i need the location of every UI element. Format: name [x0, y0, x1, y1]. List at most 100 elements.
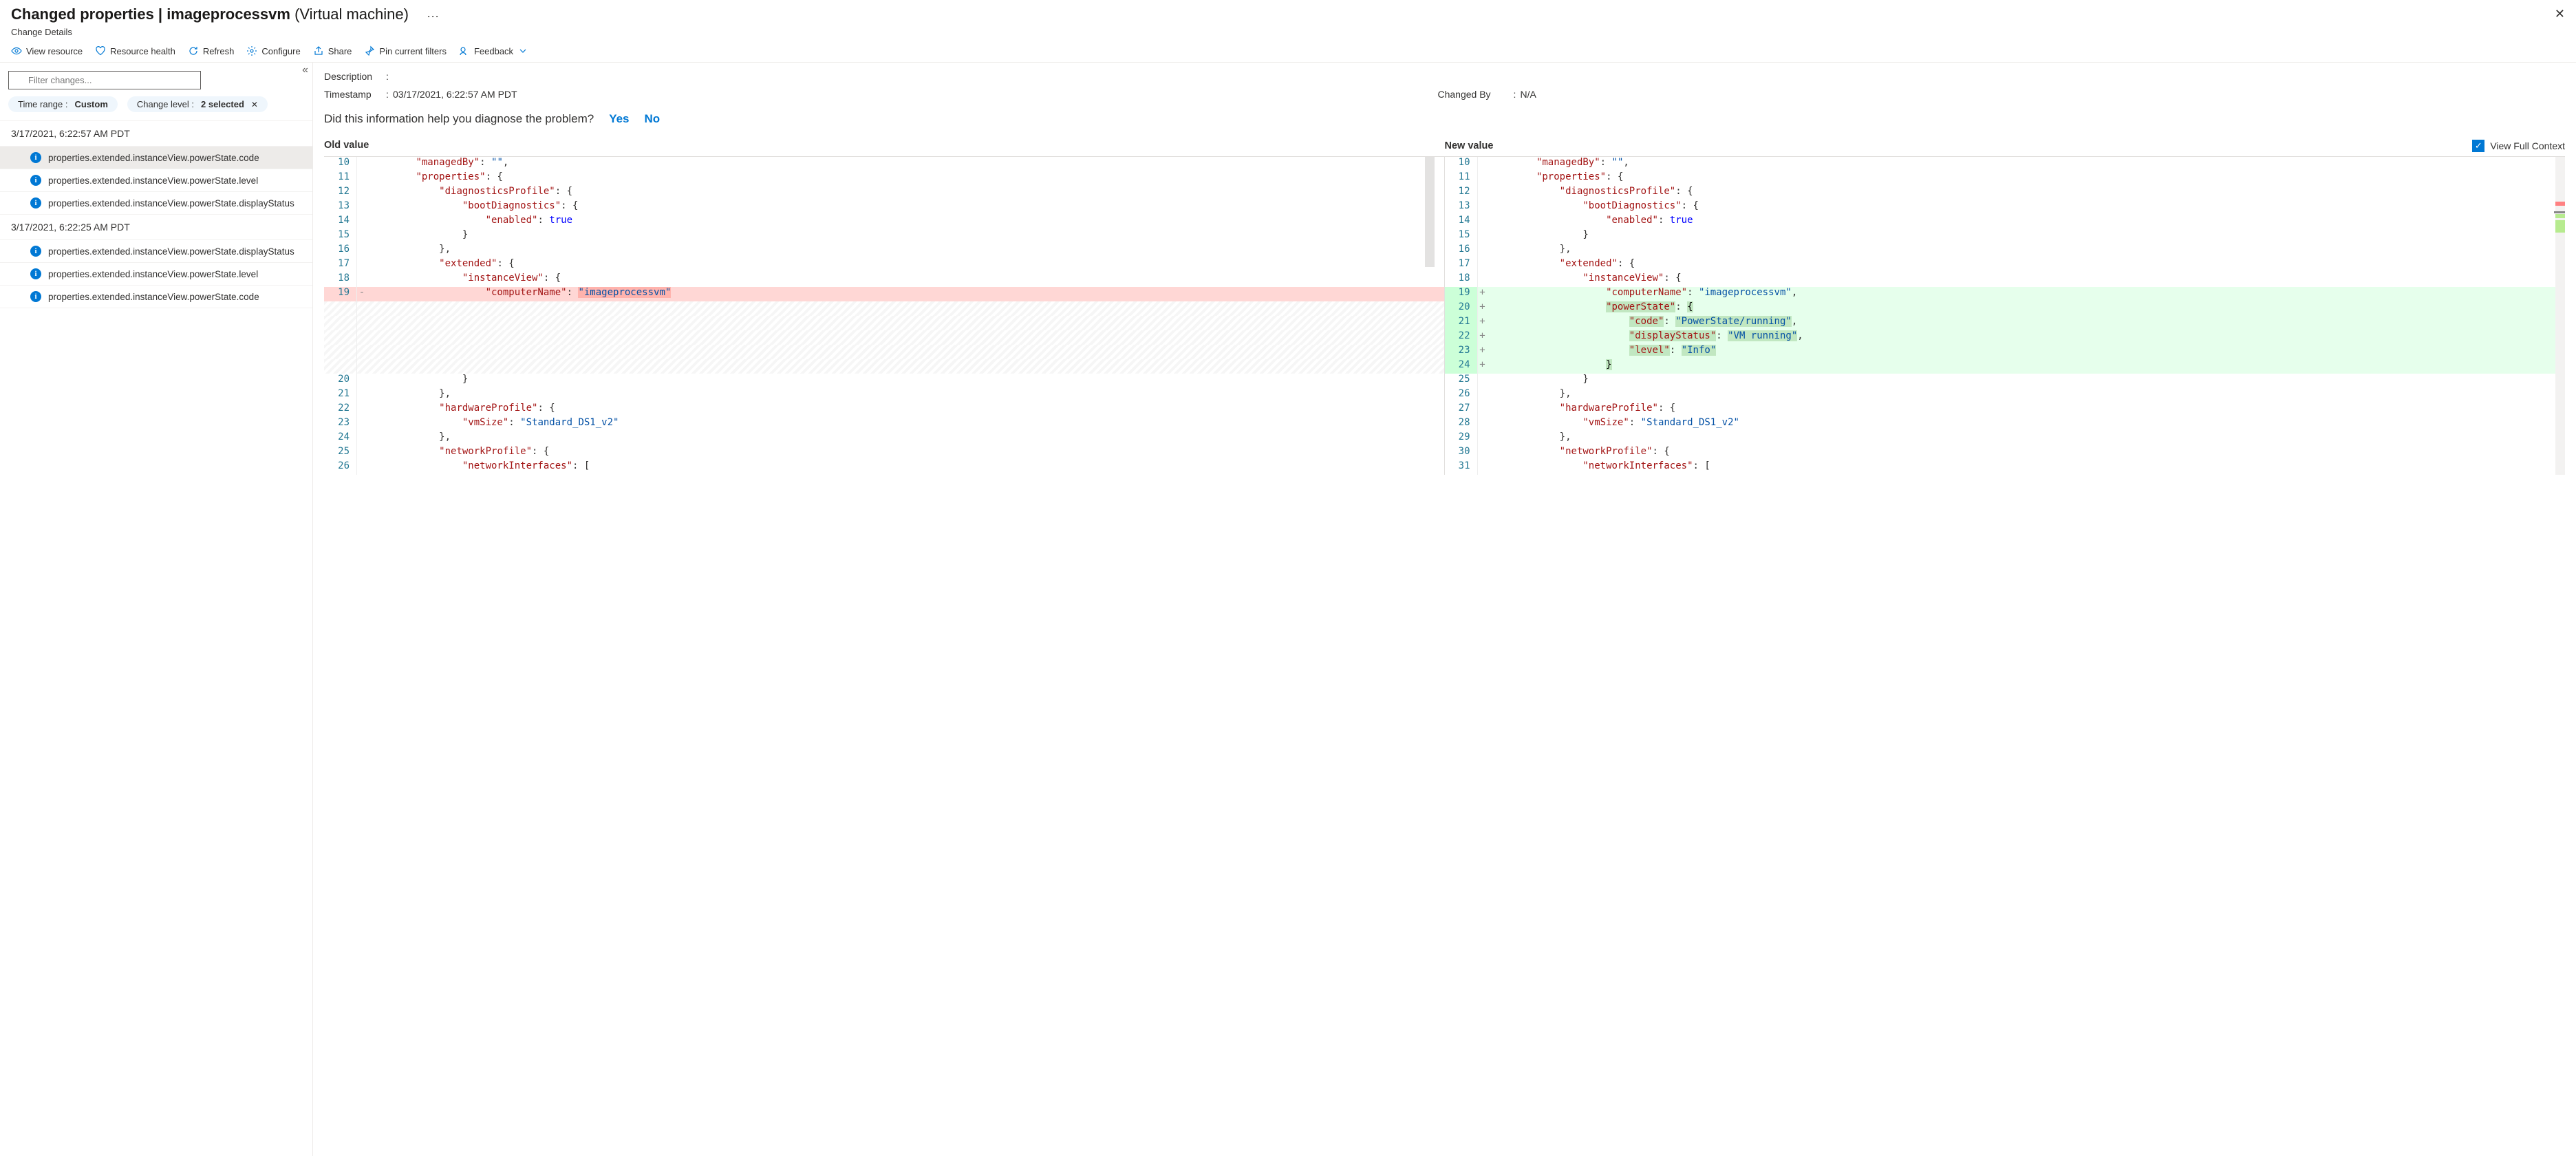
code-line: 10 "managedBy": "", [324, 157, 1444, 171]
change-entry[interactable]: iproperties.extended.instanceView.powerS… [0, 286, 312, 308]
code-line: 22+ "displayStatus": "VM running", [1445, 330, 2566, 345]
code-line: 23 "vmSize": "Standard_DS1_v2" [324, 417, 1444, 431]
code-line: 25 "networkProfile": { [324, 446, 1444, 460]
info-icon: i [30, 268, 41, 279]
changed-by-value: N/A [1521, 89, 2566, 100]
change-entry-label: properties.extended.instanceView.powerSt… [48, 198, 294, 209]
code-line: 26 "networkInterfaces": [ [324, 460, 1444, 475]
share-icon [313, 45, 324, 56]
code-line: 19+ "computerName": "imageprocessvm", [1445, 287, 2566, 301]
code-line: 29 }, [1445, 431, 2566, 446]
change-entry[interactable]: i properties.extended.instanceView.powerS… [0, 147, 312, 169]
description-value [393, 71, 1438, 82]
timestamp-value: 03/17/2021, 6:22:57 AM PDT [393, 89, 1438, 100]
code-line: 18 "instanceView": { [1445, 272, 2566, 287]
info-icon: i [30, 246, 41, 257]
pin-button[interactable]: Pin current filters [364, 45, 447, 56]
info-icon: i [30, 152, 41, 163]
code-line: 15 } [324, 229, 1444, 244]
configure-button[interactable]: Configure [246, 45, 300, 56]
eye-icon [11, 45, 22, 56]
info-icon: i [30, 197, 41, 209]
heart-icon [95, 45, 106, 56]
chevron-down-icon [517, 45, 528, 56]
title-prefix: Changed properties | [11, 6, 167, 23]
pin-icon [364, 45, 375, 56]
left-panel: « Time range : Custom Change level : 2 s… [0, 63, 313, 1156]
change-group-header: 3/17/2021, 6:22:25 AM PDT [0, 215, 312, 240]
code-line: 11 "properties": { [1445, 171, 2566, 186]
code-line: 28 "vmSize": "Standard_DS1_v2" [1445, 417, 2566, 431]
code-line: 22 "hardwareProfile": { [324, 403, 1444, 417]
code-line: 10 "managedBy": "", [1445, 157, 2566, 171]
code-line: 20 } [324, 374, 1444, 388]
code-line: 26 }, [1445, 388, 2566, 403]
more-actions-button[interactable]: ⋯ [427, 10, 439, 24]
checkbox-checked-icon: ✓ [2472, 140, 2484, 152]
description-label: Description [324, 71, 386, 82]
code-line: 19- "computerName": "imageprocessvm" [324, 287, 1444, 301]
refresh-icon [188, 45, 199, 56]
resource-health-button[interactable]: Resource health [95, 45, 175, 56]
change-entry-label: properties.extended.instanceView.powerSt… [48, 269, 258, 279]
old-value-header: Old value [324, 136, 1445, 156]
code-line: 23+ "level": "Info" [1445, 345, 2566, 359]
clear-level-filter[interactable]: ✕ [251, 100, 258, 109]
change-entry-label: properties.extended.instanceView.powerSt… [48, 153, 259, 163]
feedback-icon [459, 45, 470, 56]
feedback-yes-button[interactable]: Yes [609, 112, 629, 126]
change-entry[interactable]: iproperties.extended.instanceView.powerS… [0, 169, 312, 192]
code-line: 12 "diagnosticsProfile": { [324, 186, 1444, 200]
title-suffix: (Virtual machine) [290, 6, 409, 23]
code-line: 25 } [1445, 374, 2566, 388]
time-range-pill[interactable]: Time range : Custom [8, 96, 118, 112]
code-line: 12 "diagnosticsProfile": { [1445, 186, 2566, 200]
code-line: 31 "networkInterfaces": [ [1445, 460, 2566, 475]
code-line: 24+ } [1445, 359, 2566, 374]
collapse-panel-button[interactable]: « [302, 64, 308, 76]
change-entry-label: properties.extended.instanceView.powerSt… [48, 246, 294, 257]
old-value-pane[interactable]: 10 "managedBy": "",11 "properties": {12 … [324, 157, 1445, 475]
code-line: 21+ "code": "PowerState/running", [1445, 316, 2566, 330]
code-line: 17 "extended": { [1445, 258, 2566, 272]
scrollbar-thumb[interactable] [1425, 157, 1435, 267]
code-line: 24 }, [324, 431, 1444, 446]
view-resource-button[interactable]: View resource [11, 45, 83, 56]
code-line: 20+ "powerState": { [1445, 301, 2566, 316]
code-line: 30 "networkProfile": { [1445, 446, 2566, 460]
code-line: 16 }, [324, 244, 1444, 258]
timestamp-label: Timestamp [324, 89, 386, 100]
changed-by-label: Changed By [1438, 89, 1514, 100]
code-line: 27 "hardwareProfile": { [1445, 403, 2566, 417]
code-line [324, 301, 1444, 316]
code-line: 15 } [1445, 229, 2566, 244]
page-subtitle: Change Details [11, 27, 2565, 37]
close-button[interactable]: ✕ [2555, 7, 2565, 21]
toolbar: View resource Resource health Refresh Co… [0, 40, 2576, 63]
change-entry[interactable]: i properties.extended.instanceView.powerS… [0, 192, 312, 215]
change-entry-label: properties.extended.instanceView.powerSt… [48, 175, 258, 186]
code-line: 13 "bootDiagnostics": { [1445, 200, 2566, 215]
code-line: 14 "enabled": true [1445, 215, 2566, 229]
page-title: Changed properties | imageprocessvm (Vir… [11, 6, 413, 23]
new-value-pane[interactable]: 10 "managedBy": "",11 "properties": {12 … [1445, 157, 2566, 475]
code-line: 13 "bootDiagnostics": { [324, 200, 1444, 215]
feedback-question: Did this information help you diagnose t… [324, 112, 594, 126]
code-line [324, 345, 1444, 359]
overview-ruler[interactable] [2555, 157, 2565, 475]
code-line [324, 330, 1444, 345]
change-entry-label: properties.extended.instanceView.powerSt… [48, 292, 259, 302]
gear-icon [246, 45, 257, 56]
feedback-button[interactable]: Feedback [459, 45, 528, 56]
refresh-button[interactable]: Refresh [188, 45, 235, 56]
view-full-context-checkbox[interactable]: ✓ View Full Context [2472, 140, 2565, 152]
code-line [324, 316, 1444, 330]
change-entry[interactable]: i properties.extended.instanceView.powerS… [0, 263, 312, 286]
feedback-no-button[interactable]: No [645, 112, 661, 126]
code-line [324, 359, 1444, 374]
filter-changes-input[interactable] [8, 71, 201, 89]
change-entry[interactable]: i properties.extended.instanceView.powerS… [0, 240, 312, 263]
code-line: 14 "enabled": true [324, 215, 1444, 229]
change-level-pill[interactable]: Change level : 2 selected✕ [127, 96, 268, 112]
share-button[interactable]: Share [313, 45, 352, 56]
